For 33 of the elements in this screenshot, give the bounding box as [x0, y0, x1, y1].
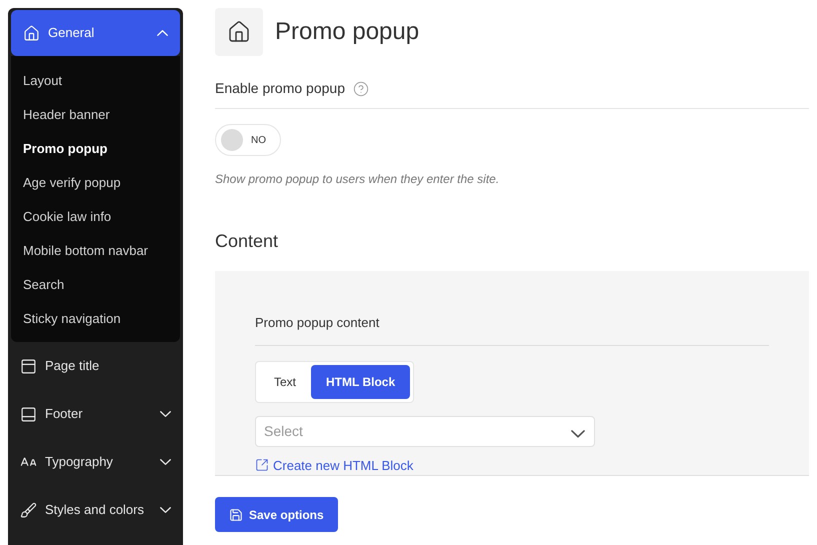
segment-tab[interactable]: HTML Block	[311, 365, 410, 399]
sidebar-item[interactable]: Page title	[8, 342, 183, 390]
submenu-item[interactable]: Mobile bottom navbar	[11, 234, 180, 268]
save-icon	[229, 508, 243, 522]
create-link[interactable]: Create new HTML Block	[255, 456, 414, 475]
field-label: Promo popup content	[255, 315, 380, 330]
field-label: Enable promo popup	[215, 79, 345, 98]
help-text: Show promo popup to users when they enter the site.	[215, 171, 500, 188]
external-link-icon	[255, 458, 269, 472]
sidebar-item[interactable]: Typography	[8, 438, 183, 486]
select-field[interactable]: Select	[255, 416, 595, 446]
toggle-switch[interactable]: NO	[215, 124, 281, 156]
panel-icon	[20, 358, 37, 374]
house-icon	[227, 20, 251, 44]
submenu-item[interactable]: Cookie law info	[11, 200, 180, 234]
submenu-item[interactable]: Header banner	[11, 98, 180, 132]
submenu-item[interactable]: Search	[11, 268, 180, 302]
save-button[interactable]: Save options	[215, 497, 338, 532]
submenu-item[interactable]: Age verify popup	[11, 166, 180, 200]
house-icon	[23, 24, 40, 42]
submenu-item[interactable]: Sticky navigation	[11, 302, 180, 336]
submenu-item[interactable]: Layout	[11, 64, 180, 98]
page-title: Promo popup	[275, 17, 420, 47]
segment-tab[interactable]: Text	[259, 365, 312, 399]
help-icon[interactable]	[353, 80, 369, 96]
sidebar-item[interactable]: Footer	[8, 390, 183, 438]
section-heading: Content	[215, 230, 280, 253]
brush-icon	[20, 502, 37, 518]
submenu-item[interactable]: Promo popup	[11, 132, 180, 166]
sidebar-item[interactable]: General	[11, 10, 180, 56]
chevron-down-icon	[571, 430, 585, 438]
panel-icon	[20, 406, 37, 422]
sidebar-item[interactable]: Styles and colors	[8, 486, 183, 534]
